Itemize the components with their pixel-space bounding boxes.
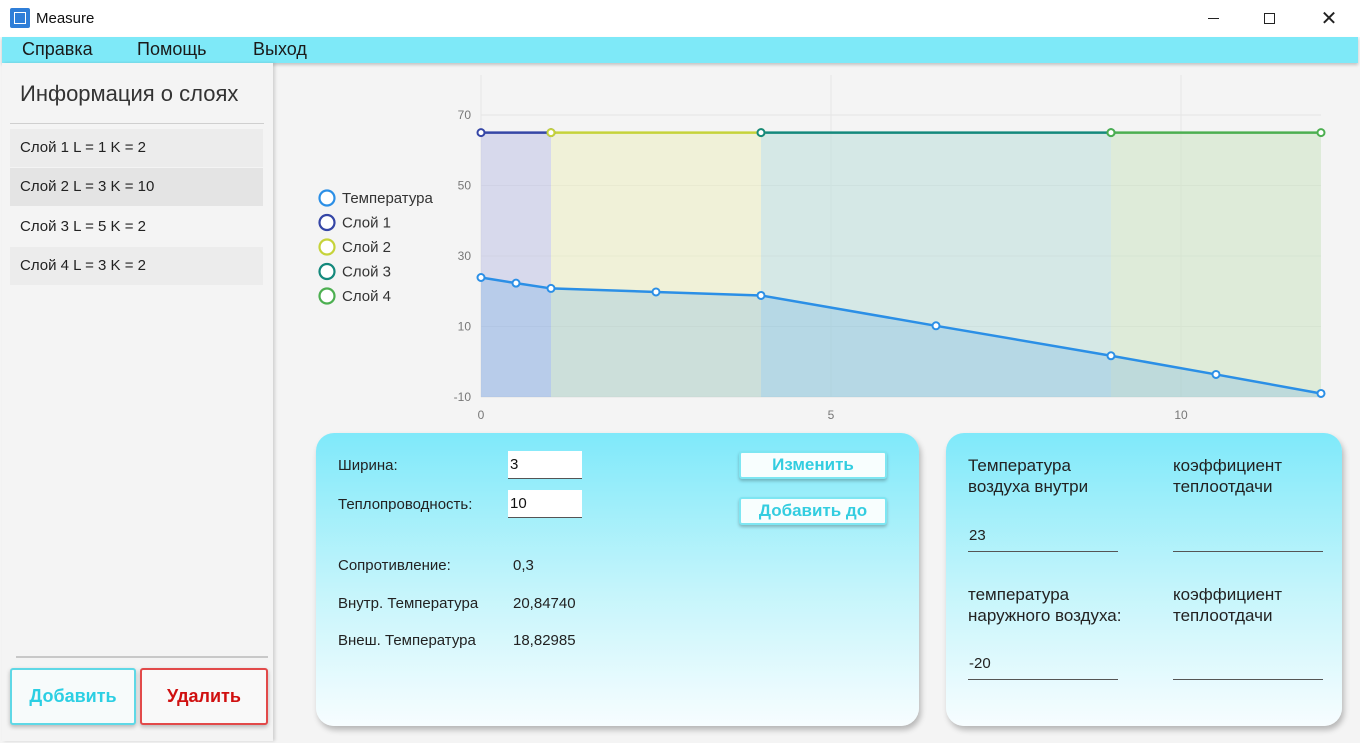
conductivity-input[interactable] bbox=[508, 490, 582, 518]
temperature-point bbox=[476, 273, 486, 283]
y-tick-label: 70 bbox=[458, 108, 472, 122]
legend-label: Слой 2 bbox=[342, 239, 391, 256]
layer-point bbox=[756, 128, 766, 138]
y-tick-label: 10 bbox=[458, 320, 472, 334]
outside-coef-field[interactable] bbox=[1173, 649, 1323, 680]
air-params-card: Температура воздуха внутри 23 коэффициен… bbox=[946, 433, 1342, 726]
y-tick-label: 50 bbox=[458, 179, 472, 193]
temperature-point bbox=[546, 283, 556, 293]
inside-temp-label-line: Температура bbox=[968, 456, 1071, 475]
legend-label: Температура bbox=[342, 190, 434, 207]
outside-temp-label: температура наружного воздуха: bbox=[968, 584, 1121, 626]
layer-point bbox=[476, 128, 486, 138]
inner-temp-value: 20,84740 bbox=[513, 595, 576, 612]
outside-temp-label-line: температура bbox=[968, 585, 1070, 604]
title-bar: Measure ✕ bbox=[0, 0, 1360, 37]
layer-point bbox=[1106, 128, 1116, 138]
minimize-button[interactable] bbox=[1190, 0, 1236, 37]
outside-coef-label: коэффициент теплоотдачи bbox=[1173, 584, 1282, 626]
layer-area bbox=[1111, 132, 1321, 397]
delete-layer-button[interactable]: Удалить bbox=[140, 668, 268, 725]
divider bbox=[16, 656, 268, 658]
legend-marker bbox=[318, 287, 336, 305]
minimize-icon bbox=[1207, 18, 1219, 19]
inner-temp-label: Внутр. Температура bbox=[338, 595, 479, 612]
window-title: Measure bbox=[36, 10, 95, 27]
legend-marker bbox=[318, 262, 336, 281]
inside-coef-label-line: коэффициент bbox=[1173, 456, 1283, 475]
divider bbox=[10, 123, 264, 124]
temperature-point bbox=[651, 287, 661, 297]
add-before-button[interactable]: Добавить до bbox=[739, 497, 887, 525]
x-tick-label: 5 bbox=[828, 408, 835, 422]
conductivity-label: Теплопроводность: bbox=[338, 496, 473, 513]
layer-point bbox=[1316, 128, 1326, 138]
menu-exit[interactable]: Выход bbox=[253, 39, 307, 60]
legend-marker bbox=[318, 189, 336, 207]
width-input[interactable] bbox=[508, 451, 582, 479]
add-layer-button[interactable]: Добавить bbox=[10, 668, 136, 725]
y-tick-label: -10 bbox=[454, 390, 472, 404]
menu-bar: Справка Помощь Выход bbox=[2, 37, 1358, 63]
resistance-label: Сопротивление: bbox=[338, 557, 451, 574]
legend-label: Слой 1 bbox=[342, 215, 391, 232]
maximize-button[interactable] bbox=[1246, 0, 1292, 37]
layer-list-item[interactable]: Слой 4 L = 3 K = 2 bbox=[10, 247, 263, 285]
inside-coef-label-line: теплоотдачи bbox=[1173, 477, 1273, 496]
temperature-point bbox=[511, 278, 521, 288]
inside-temp-label: Температура воздуха внутри bbox=[968, 455, 1088, 497]
y-tick-label: 30 bbox=[458, 249, 472, 263]
legend-label: Слой 3 bbox=[342, 264, 391, 281]
outside-temp-field[interactable]: -20 bbox=[968, 649, 1118, 680]
close-icon: ✕ bbox=[1320, 7, 1338, 30]
x-tick-label: 10 bbox=[1174, 408, 1188, 422]
temperature-chart: 70 50 30 10 -10 0 5 10 Температура Слой 1 Слой 2 Сл… bbox=[318, 75, 1326, 422]
layer-point bbox=[546, 128, 556, 138]
layer-list-item[interactable]: Слой 1 L = 1 K = 2 bbox=[10, 129, 263, 167]
temperature-point bbox=[931, 321, 941, 331]
sidebar-title: Информация о слоях bbox=[20, 81, 239, 106]
layer-edit-card: Ширина: Теплопроводность: Изменить Добав… bbox=[316, 433, 919, 726]
inside-coef-label: коэффициент теплоотдачи bbox=[1173, 455, 1282, 497]
outside-temp-value: -20 bbox=[969, 655, 991, 672]
outside-coef-label-line: теплоотдачи bbox=[1173, 606, 1273, 625]
layers-sidebar: Информация о слоях Слой 1 L = 1 K = 2 Сл… bbox=[2, 63, 273, 741]
outside-coef-label-line: коэффициент bbox=[1173, 585, 1283, 604]
temperature-point bbox=[1106, 351, 1116, 361]
menu-help[interactable]: Помощь bbox=[137, 39, 207, 60]
inside-temp-field[interactable]: 23 bbox=[968, 521, 1118, 552]
x-tick-label: 0 bbox=[478, 408, 485, 422]
temperature-point bbox=[756, 290, 766, 300]
legend-marker bbox=[318, 238, 336, 256]
legend-label: Слой 4 bbox=[342, 288, 391, 305]
width-label: Ширина: bbox=[338, 457, 398, 474]
outer-temp-value: 18,82985 bbox=[513, 632, 576, 649]
layer-list-item[interactable]: Слой 3 L = 5 K = 2 bbox=[10, 208, 263, 246]
app-icon bbox=[10, 8, 30, 28]
inside-temp-value: 23 bbox=[969, 527, 986, 544]
layer-list-item[interactable]: Слой 2 L = 3 K = 10 bbox=[10, 168, 263, 206]
temperature-point bbox=[1316, 388, 1326, 398]
inside-coef-field[interactable] bbox=[1173, 521, 1323, 552]
outer-temp-label: Внеш. Температура bbox=[338, 632, 476, 649]
menu-help-reference[interactable]: Справка bbox=[22, 39, 93, 60]
resistance-value: 0,3 bbox=[513, 557, 534, 574]
temperature-point bbox=[1211, 369, 1221, 379]
maximize-icon bbox=[1263, 13, 1275, 24]
legend-marker bbox=[318, 213, 336, 232]
inside-temp-label-line: воздуха внутри bbox=[968, 477, 1089, 496]
close-button[interactable]: ✕ bbox=[1306, 0, 1352, 37]
change-button[interactable]: Изменить bbox=[739, 451, 887, 479]
outside-temp-label-line: наружного воздуха: bbox=[968, 606, 1122, 625]
